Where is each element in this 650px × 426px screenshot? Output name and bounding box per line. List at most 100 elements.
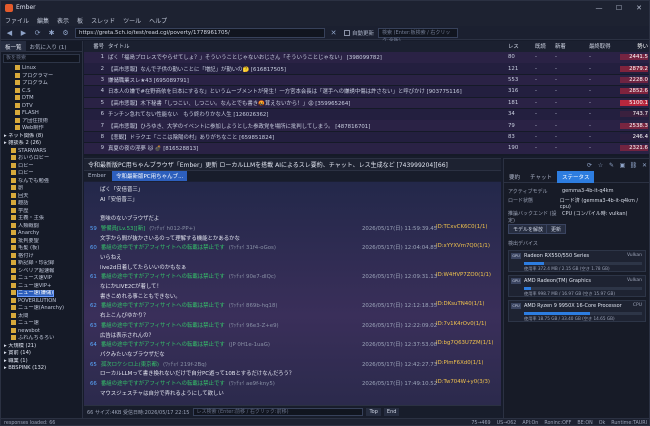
- image-icon[interactable]: ▣: [618, 161, 627, 170]
- res-search-input[interactable]: レス検索 (Enter:前移 / 右クリック:前移): [193, 408, 364, 416]
- board-item[interactable]: 趣話: [1, 200, 82, 208]
- back-icon[interactable]: ◀: [4, 27, 15, 38]
- tab-ember[interactable]: Ember: [84, 172, 110, 180]
- thread-row[interactable]: 8 【悲観】ドラクエ「ここは陰陽の村」ありがちなこと [659851824] 83 -…: [84, 131, 649, 143]
- board-item[interactable]: 太閤: [1, 312, 82, 321]
- post-id[interactable]: ID:xYYXVm7Q0(1/1): [436, 243, 490, 249]
- col-number[interactable]: 番号: [90, 42, 104, 50]
- thread-row[interactable]: 9 真夏の夜の淫夢 🐱 💣 [816528813] 190 - - - 2321.6: [84, 143, 649, 154]
- board-item[interactable]: なんでも勉強: [1, 177, 82, 186]
- post-id[interactable]: ID:W4HVP7ZO0(1/1): [436, 272, 491, 278]
- close-button[interactable]: ✕: [629, 4, 649, 12]
- forward-icon[interactable]: ▶: [18, 27, 29, 38]
- board-item[interactable]: ニュース速VIP: [1, 275, 82, 283]
- maximize-button[interactable]: ☐: [609, 4, 629, 12]
- post-no[interactable]: 62: [90, 303, 97, 309]
- thread-row[interactable]: 5 【高市悲報】木下秘書「しつこい、しつこい。なんとでも書き🤬茸えないから！」😩 …: [84, 97, 649, 109]
- tab-favorites[interactable]: お気に入り (1): [26, 41, 71, 51]
- post-no[interactable]: 59: [90, 226, 97, 232]
- board-item[interactable]: STARWARS: [1, 147, 82, 156]
- post-no[interactable]: 60: [90, 245, 97, 251]
- board-category[interactable]: ▸ BBSPINK (132): [1, 365, 82, 373]
- board-item[interactable]: 批判要望: [1, 237, 82, 246]
- menu-tools[interactable]: ツール: [123, 16, 141, 25]
- board-item[interactable]: おいらロビー: [1, 155, 82, 163]
- menu-file[interactable]: ファイル: [5, 16, 29, 25]
- board-item[interactable]: DTV: [1, 102, 82, 111]
- board-item[interactable]: 毛髪 (板): [1, 245, 82, 253]
- board-item[interactable]: Anarchy: [1, 230, 82, 238]
- board-item[interactable]: Web制作: [1, 125, 82, 133]
- thread-row[interactable]: 1 ぱく「福島プロレスでやらせてしょ？」そういうことじゃないおじさん「そういうこと…: [84, 52, 649, 63]
- board-item[interactable]: newsbot: [1, 327, 82, 336]
- post-no[interactable]: 61: [90, 274, 97, 280]
- board-category[interactable]: ▸ 大規模 (21): [1, 343, 82, 351]
- thread-row[interactable]: 6 チンチン急れてない性能ない もう終わりかな人生 [126026362] 34 - -…: [84, 109, 649, 120]
- thread-row[interactable]: 7 【高市悲報】ひろゆき、大学のイベントに参加しようとした参政党を場所に批判してし…: [84, 120, 649, 131]
- board-item[interactable]: DTM: [1, 95, 82, 103]
- end-button[interactable]: End: [383, 408, 400, 416]
- auto-update-checkbox[interactable]: 自動更新: [344, 29, 374, 37]
- menu-view[interactable]: 表示: [57, 16, 69, 25]
- post-id[interactable]: ID:7v1K4rOv0(1/1): [436, 321, 487, 327]
- board-item[interactable]: 学歴: [1, 207, 82, 216]
- board-item[interactable]: ロビー: [1, 162, 82, 171]
- refresh-button[interactable]: 更新: [546, 224, 567, 234]
- board-category[interactable]: ▸ 職業 (1): [1, 358, 82, 366]
- board-item[interactable]: FLASH: [1, 110, 82, 118]
- link-icon[interactable]: ⛓: [629, 161, 638, 170]
- board-item[interactable]: C.S: [1, 87, 82, 96]
- tab-boards[interactable]: 板一覧: [1, 41, 26, 51]
- board-item[interactable]: ニュー速: [1, 320, 82, 328]
- post-id[interactable]: ID:DKsuTN40(1/1): [436, 301, 485, 307]
- clear-url-icon[interactable]: ✕: [328, 27, 339, 38]
- board-item[interactable]: プログラマー: [1, 72, 82, 81]
- post-no[interactable]: 65: [90, 362, 97, 368]
- post-id[interactable]: ID:TCxvCK6C0(1/1): [436, 224, 487, 230]
- tab-current-thread[interactable]: 令和最新版PC用ちゃんブ...: [111, 171, 188, 181]
- board-item[interactable]: ロビー: [1, 170, 82, 178]
- board-item[interactable]: 回天: [1, 192, 82, 201]
- settings-icon[interactable]: ⚙: [60, 27, 71, 38]
- col-new[interactable]: 新着: [555, 42, 573, 50]
- write-icon[interactable]: ✎: [607, 161, 616, 170]
- board-filter-input[interactable]: 板を検索: [3, 54, 80, 63]
- board-item[interactable]: ニュー速(Anarchy): [1, 305, 82, 313]
- post-no[interactable]: 63: [90, 323, 97, 329]
- board-category[interactable]: ▸ 賞前 (14): [1, 350, 82, 358]
- search-input[interactable]: 検索 (Enter:板検索 / 右クリック:全板): [378, 27, 459, 44]
- menu-board[interactable]: 板: [77, 16, 83, 25]
- menu-thread[interactable]: スレッド: [91, 16, 115, 25]
- star-icon[interactable]: ✱: [46, 27, 57, 38]
- thread-row[interactable]: 4 日本人の嫌で#在野商依を日本にするな」というムーブメントが発生！一方宮本会長は…: [84, 86, 649, 97]
- board-item[interactable]: 新記録・珍記録: [1, 260, 82, 268]
- tab-summary[interactable]: 要約: [504, 171, 525, 183]
- menu-edit[interactable]: 編集: [37, 16, 49, 25]
- col-read[interactable]: 既読: [535, 42, 555, 50]
- bookmark-icon[interactable]: ☆: [596, 161, 605, 170]
- board-item[interactable]: ア団住技術: [1, 117, 82, 126]
- thread-row[interactable]: 2 【高市悲報】なんで子供の勤いことに「増記」が勤いの🤔 [616817505] 1…: [84, 63, 649, 74]
- col-last[interactable]: 最終取得: [589, 42, 619, 50]
- tab-chat[interactable]: チャット: [525, 171, 557, 183]
- board-item[interactable]: プログラム: [1, 80, 82, 88]
- board-category[interactable]: ▸ ネット関係 (8): [1, 133, 82, 141]
- post-id[interactable]: ID:PlmF6Xd0(1/1): [436, 360, 484, 366]
- board-item[interactable]: ふれんちるろい: [1, 335, 82, 343]
- board-item[interactable]: ニュー速(嫌儲): [1, 290, 82, 298]
- reload-icon[interactable]: ⟳: [585, 161, 594, 170]
- post-id[interactable]: ID:Tw704W+y0(3/3): [436, 379, 490, 385]
- board-item[interactable]: 創: [1, 185, 82, 193]
- close-icon[interactable]: ✕: [640, 161, 649, 170]
- board-item[interactable]: Linux: [1, 65, 82, 73]
- post-no[interactable]: 66: [90, 381, 97, 387]
- post-no[interactable]: 64: [90, 342, 97, 348]
- post-id[interactable]: ID:bg7Q63U7ZM(1/1): [436, 340, 494, 346]
- board-item[interactable]: 人類戦闘: [1, 222, 82, 231]
- url-input[interactable]: https://greta.5ch.io/test/read.cgi/pover…: [75, 27, 325, 38]
- col-res[interactable]: レス: [508, 42, 538, 50]
- board-item[interactable]: 主義・主張: [1, 215, 82, 223]
- menu-help[interactable]: ヘルプ: [149, 16, 167, 25]
- col-title[interactable]: タイトル: [108, 42, 503, 50]
- thread-row[interactable]: 3 嫌儲職業スレ★43 [695089791] 553 - - - 2228.0: [84, 74, 649, 86]
